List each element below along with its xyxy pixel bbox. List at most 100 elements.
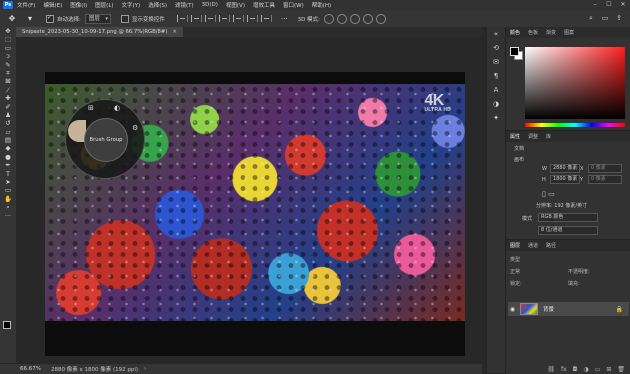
lock-icon[interactable]: 🔒 <box>616 306 623 313</box>
tab-color[interactable]: 颜色 <box>510 29 520 36</box>
distribute-icon[interactable] <box>260 15 272 22</box>
menu-filter[interactable]: 滤镜(T) <box>175 1 194 9</box>
menu-file[interactable]: 文件(F) <box>17 1 35 9</box>
workspace-icon[interactable]: ▭ <box>600 13 610 23</box>
move-tool-icon[interactable]: ✥ <box>0 27 16 35</box>
color-picker-field[interactable] <box>525 47 625 119</box>
menu-edit[interactable]: 编辑(E) <box>43 1 62 9</box>
scale-3d-icon[interactable] <box>375 13 386 24</box>
auto-select-dropdown[interactable]: 图层 <box>84 13 111 24</box>
auto-select-checkbox[interactable] <box>46 14 54 23</box>
menu-window[interactable]: 窗口(W) <box>283 1 304 9</box>
orbit-3d-icon[interactable] <box>323 13 334 24</box>
hue-slider[interactable] <box>525 123 625 127</box>
healing-brush-tool-icon[interactable]: ✚ <box>0 94 16 102</box>
history-icon[interactable]: ⟲ <box>487 41 505 55</box>
more-options-icon[interactable]: ··· <box>281 15 288 23</box>
collapse-panels-icon[interactable]: « <box>487 27 505 41</box>
eyedropper-tool-icon[interactable]: ⁄ <box>0 86 16 94</box>
comments-icon[interactable]: ✉ <box>487 55 505 69</box>
panel-foreground-swatch[interactable] <box>510 47 519 56</box>
share-icon[interactable]: ⇪ <box>614 13 624 23</box>
visibility-eye-icon[interactable]: ◉ <box>508 306 517 313</box>
align-right-icon[interactable] <box>204 15 216 22</box>
character-icon[interactable]: A <box>487 83 505 97</box>
crop-tool-icon[interactable]: ⌗ <box>0 69 16 77</box>
layer-style-icon[interactable]: fx <box>561 366 567 373</box>
delete-layer-icon[interactable]: 🗑 <box>617 366 625 373</box>
align-bottom-icon[interactable] <box>246 15 258 22</box>
align-left-icon[interactable] <box>176 15 188 22</box>
wheel-grid-icon[interactable]: ⊞ <box>88 104 94 112</box>
menu-image[interactable]: 图像(I) <box>70 1 87 9</box>
marquee-tool-icon[interactable]: ▭ <box>0 44 16 52</box>
tab-properties[interactable]: 属性 <box>510 133 520 140</box>
pan-3d-icon[interactable] <box>349 13 360 24</box>
tool-preset-icon[interactable]: ▾ <box>24 14 36 24</box>
brush-group-center[interactable]: Brush Group <box>84 118 128 162</box>
brush-group-wheel[interactable]: ⊞ ◐ ⚙ Brush Group <box>65 99 145 179</box>
maximize-icon[interactable]: ☐ <box>602 0 616 10</box>
tab-channels[interactable]: 通道 <box>528 242 538 249</box>
align-center-icon[interactable] <box>190 15 202 22</box>
frame-tool-icon[interactable]: ⊠ <box>0 77 16 85</box>
layer-row-background[interactable]: ◉ 背景 🔒 <box>508 302 629 316</box>
x-field[interactable]: 0 像素 <box>588 164 622 173</box>
tab-paths[interactable]: 路径 <box>546 242 556 249</box>
new-group-icon[interactable]: ▭ <box>595 366 601 373</box>
history-brush-tool-icon[interactable]: ↺ <box>0 119 16 127</box>
tab-patterns[interactable]: 图案 <box>564 29 574 36</box>
height-field[interactable]: 1800 像素 <box>550 175 580 184</box>
edit-toolbar-icon[interactable]: ··· <box>0 212 16 220</box>
close-tab-icon[interactable]: ✕ <box>172 29 176 35</box>
quick-select-tool-icon[interactable]: ✎ <box>0 61 16 69</box>
pen-tool-icon[interactable]: ✒ <box>0 161 16 169</box>
tab-gradients[interactable]: 渐变 <box>546 29 556 36</box>
document-tab[interactable]: Snipaste_2023-05-30_10-09-17.png @ 66.7%… <box>16 27 183 37</box>
menu-help[interactable]: 帮助(H) <box>312 1 331 9</box>
menu-3d[interactable]: 3D(D) <box>202 2 218 8</box>
zoom-level[interactable]: 66.67% <box>20 366 41 372</box>
artboard-tool-icon[interactable]: ⬚ <box>0 35 16 43</box>
menu-view[interactable]: 视图(V) <box>226 1 245 9</box>
wheel-settings-icon[interactable]: ⚙ <box>132 124 138 132</box>
adjustments-icon[interactable]: ◑ <box>487 97 505 111</box>
adjustment-layer-icon[interactable]: ◑ <box>583 366 588 373</box>
show-transform-checkbox[interactable] <box>120 14 129 23</box>
new-layer-icon[interactable]: ⊞ <box>606 366 611 373</box>
brushes-icon[interactable]: ✦ <box>487 111 505 125</box>
bit-depth-dropdown[interactable]: 8 位/通道 <box>538 226 598 235</box>
blend-mode-dropdown[interactable]: 正常 <box>510 268 520 275</box>
roll-3d-icon[interactable] <box>336 13 347 24</box>
menu-type[interactable]: 文字(Y) <box>122 1 141 9</box>
menu-select[interactable]: 选择(S) <box>148 1 167 9</box>
slide-3d-icon[interactable] <box>362 13 373 24</box>
tab-layers[interactable]: 图层 <box>510 242 520 249</box>
tab-swatches[interactable]: 色板 <box>528 29 538 36</box>
blur-tool-icon[interactable]: ◆ <box>0 144 16 152</box>
dodge-tool-icon[interactable]: ● <box>0 153 16 161</box>
zoom-tool-icon[interactable]: ⌕ <box>0 203 16 211</box>
add-mask-icon[interactable]: ◘ <box>573 366 578 373</box>
y-field[interactable]: 0 像素 <box>588 175 622 184</box>
lasso-tool-icon[interactable]: ↄ <box>0 52 16 60</box>
layer-name[interactable]: 背景 <box>543 305 554 313</box>
width-field[interactable]: 2880 像素 <box>550 164 580 173</box>
align-middle-icon[interactable] <box>232 15 244 22</box>
layer-kind-filter[interactable]: 类型 <box>510 256 520 263</box>
menu-layer[interactable]: 图层(L) <box>95 1 113 9</box>
move-tool-icon[interactable]: ✥ <box>6 14 18 24</box>
wheel-shape-icon[interactable]: ◐ <box>114 104 120 112</box>
orientation-icons[interactable]: ▯ ▭ <box>542 190 555 198</box>
search-icon[interactable]: ⌕ <box>586 13 596 23</box>
brush-tool-icon[interactable]: ✐ <box>0 103 16 111</box>
foreground-color-swatch[interactable] <box>3 321 11 329</box>
eraser-tool-icon[interactable]: ▱ <box>0 128 16 136</box>
gradient-tool-icon[interactable]: ▤ <box>0 136 16 144</box>
status-more-icon[interactable]: › <box>144 366 146 372</box>
rectangle-tool-icon[interactable]: ▭ <box>0 186 16 194</box>
minimize-icon[interactable]: – <box>588 0 602 10</box>
paragraph-icon[interactable]: ¶ <box>487 69 505 83</box>
hand-tool-icon[interactable]: ✋ <box>0 195 16 203</box>
clone-stamp-tool-icon[interactable]: ♟ <box>0 111 16 119</box>
